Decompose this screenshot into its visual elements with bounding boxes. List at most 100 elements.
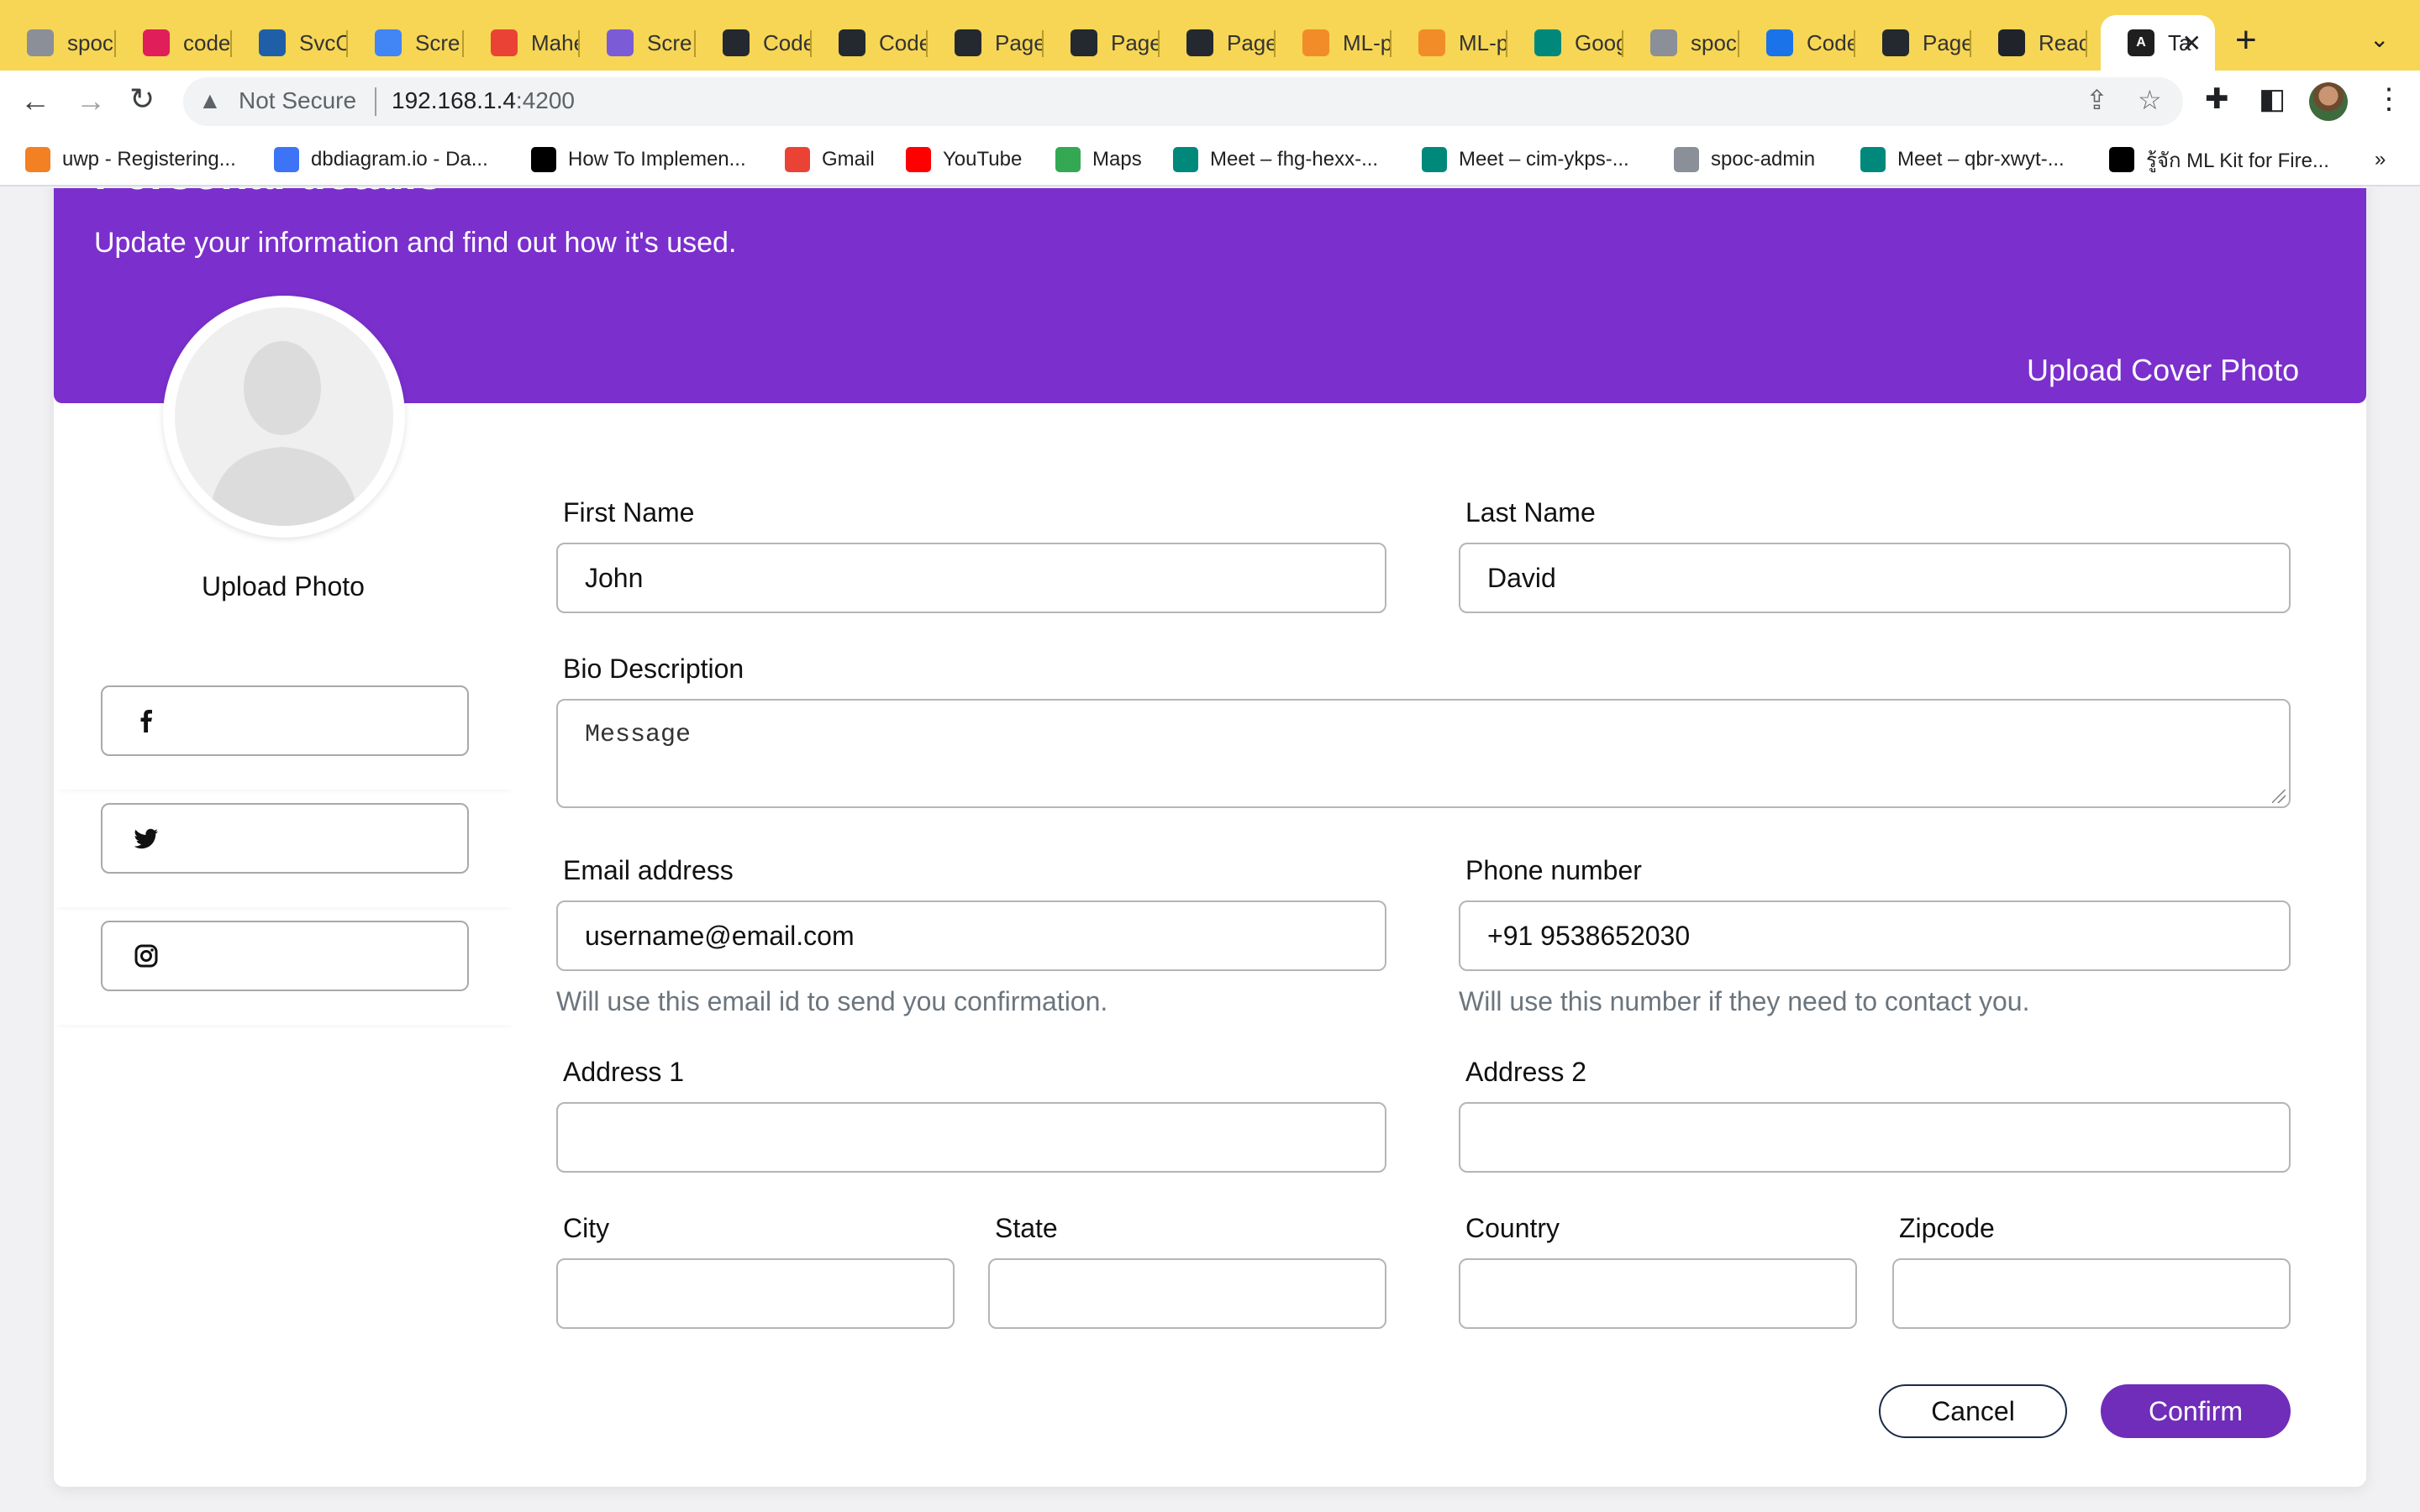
twitter-input[interactable] <box>101 803 469 874</box>
last-name-input[interactable]: David <box>1459 543 2291 613</box>
page-subtitle: Update your information and find out how… <box>94 227 737 259</box>
bookmark-item[interactable]: spoc-admin <box>1674 144 1815 175</box>
bookmark-label: Meet – cim-ykps-... <box>1459 148 1629 171</box>
bookmark-label: รู้จัก ML Kit for Fire... <box>2146 149 2329 172</box>
tab-title: Page <box>1923 29 1971 55</box>
tab-active[interactable]: A Ta ✕ <box>2101 15 2215 71</box>
tab-title: Reac <box>2039 29 2087 55</box>
upload-photo-button[interactable]: Upload Photo <box>202 571 365 602</box>
close-tab-icon[interactable]: ✕ <box>2182 29 2202 57</box>
bookmark-item[interactable]: dbdiagram.io - Da... <box>274 144 488 175</box>
bookmark-item[interactable]: Meet – fhg-hexx-... <box>1173 144 1378 175</box>
reload-icon[interactable]: ↻ <box>129 81 155 118</box>
resize-grip-icon[interactable] <box>2272 790 2286 803</box>
forward-arrow-icon[interactable]: → <box>76 82 106 119</box>
tab-16[interactable]: Page <box>1855 15 1971 71</box>
tab-17[interactable]: Reac <box>1971 15 2087 71</box>
tab-search-chevron-icon[interactable]: ⌄ <box>2370 25 2389 53</box>
bookmark-item[interactable]: รู้จัก ML Kit for Fire... <box>2109 144 2329 175</box>
tab-3[interactable]: Scre <box>348 15 464 71</box>
bookmark-label: Gmail <box>822 148 875 171</box>
tab-separator <box>2086 30 2087 57</box>
first-name-input[interactable]: John <box>556 543 1386 613</box>
github-favicon-icon <box>1882 29 1909 56</box>
tab-9[interactable]: Page <box>1044 15 1160 71</box>
side-panel-icon[interactable]: ◧ <box>2259 82 2286 116</box>
profile-photo[interactable] <box>163 296 405 538</box>
email-label: Email address <box>563 855 734 885</box>
country-input[interactable] <box>1459 1258 1857 1329</box>
address2-input[interactable] <box>1459 1102 2291 1173</box>
tab-7[interactable]: Code <box>812 15 928 71</box>
address1-input[interactable] <box>556 1102 1386 1173</box>
maps-favicon-icon <box>1055 147 1081 172</box>
state-input[interactable] <box>988 1258 1386 1329</box>
email-input[interactable]: username@email.com <box>556 900 1386 971</box>
tab-6[interactable]: Code <box>696 15 812 71</box>
extensions-puzzle-icon[interactable]: ✚ <box>2205 82 2229 116</box>
meet-favicon-icon <box>1860 147 1886 172</box>
confirm-button[interactable]: Confirm <box>2101 1384 2291 1438</box>
bookmark-item[interactable]: YouTube <box>906 144 1022 175</box>
bookmark-item[interactable]: Meet – cim-ykps-... <box>1422 144 1629 175</box>
meet-favicon-icon <box>1422 147 1447 172</box>
bookmark-item[interactable]: Meet – qbr-xwyt-... <box>1860 144 2065 175</box>
back-arrow-icon[interactable]: ← <box>20 82 50 119</box>
instagram-icon <box>134 944 158 968</box>
tab-title: Code <box>763 29 812 55</box>
share-icon[interactable]: ⇪ <box>2086 84 2108 116</box>
bookmark-item[interactable]: How To Implemen... <box>531 144 746 175</box>
bookmark-label: Meet – fhg-hexx-... <box>1210 148 1379 171</box>
url-text[interactable]: 192.168.1.4:4200 <box>392 87 575 114</box>
tab-12[interactable]: ML-p <box>1392 15 1507 71</box>
tab-5[interactable]: Scre <box>580 15 696 71</box>
avatar-placeholder-icon <box>175 307 393 526</box>
tab-title: Code <box>1807 29 1855 55</box>
instagram-input[interactable] <box>101 921 469 991</box>
tab-13[interactable]: Goog <box>1507 15 1623 71</box>
github-favicon-icon <box>1186 29 1213 56</box>
facebook-icon <box>140 710 152 732</box>
bookmark-item[interactable]: uwp - Registering... <box>25 144 236 175</box>
tab-4[interactable]: Mahe <box>464 15 580 71</box>
bio-textarea[interactable]: Message <box>556 699 2291 808</box>
tab-title: ML-p <box>1343 29 1392 55</box>
tab-11[interactable]: ML-p <box>1276 15 1392 71</box>
tab-1[interactable]: code <box>116 15 232 71</box>
phone-input[interactable]: +91 9538652030 <box>1459 900 2291 971</box>
github-favicon-icon <box>839 29 865 56</box>
not-secure-label[interactable]: Not Secure <box>239 87 356 114</box>
tab-14[interactable]: spoc <box>1623 15 1739 71</box>
menu-kebab-icon[interactable]: ⋮ <box>2375 82 2403 116</box>
facebook-input[interactable] <box>101 685 469 756</box>
github-favicon-icon <box>1071 29 1097 56</box>
new-tab-button[interactable]: + <box>2235 22 2257 59</box>
tab-2[interactable]: SvcC <box>232 15 348 71</box>
bookmark-label: dbdiagram.io - Da... <box>311 148 488 171</box>
social-row-instagram <box>54 911 516 1025</box>
tab-10[interactable]: Page <box>1160 15 1276 71</box>
zipcode-input[interactable] <box>1892 1258 2291 1329</box>
bookmark-item[interactable]: Gmail <box>785 144 875 175</box>
warning-icon[interactable]: ▲ <box>198 87 222 114</box>
tab-8[interactable]: Page <box>928 15 1044 71</box>
tab-15[interactable]: Code <box>1739 15 1855 71</box>
bookmark-item[interactable]: Maps <box>1055 144 1142 175</box>
phone-label: Phone number <box>1465 855 1642 885</box>
city-input[interactable] <box>556 1258 955 1329</box>
cancel-button[interactable]: Cancel <box>1879 1384 2067 1438</box>
dbdiagram-favicon-icon <box>274 147 299 172</box>
meet-favicon-icon <box>1534 29 1561 56</box>
tab-strip: spoc code SvcC Scre Mahe Scre Code Code Page Page… <box>0 0 2420 71</box>
tab-0[interactable]: spoc <box>0 15 116 71</box>
address-divider <box>375 87 376 116</box>
bookmark-star-icon[interactable]: ☆ <box>2138 84 2162 116</box>
bookmarks-overflow-button[interactable]: » <box>2375 144 2386 175</box>
cover-banner <box>54 188 2366 403</box>
profile-avatar[interactable] <box>2309 82 2348 121</box>
screen-favicon-icon <box>607 29 634 56</box>
angular-favicon-icon: A <box>2128 29 2154 56</box>
upload-cover-photo-button[interactable]: Upload Cover Photo <box>2027 353 2299 388</box>
tab-title: Goog <box>1575 29 1623 55</box>
spoc-favicon-icon <box>1674 147 1699 172</box>
